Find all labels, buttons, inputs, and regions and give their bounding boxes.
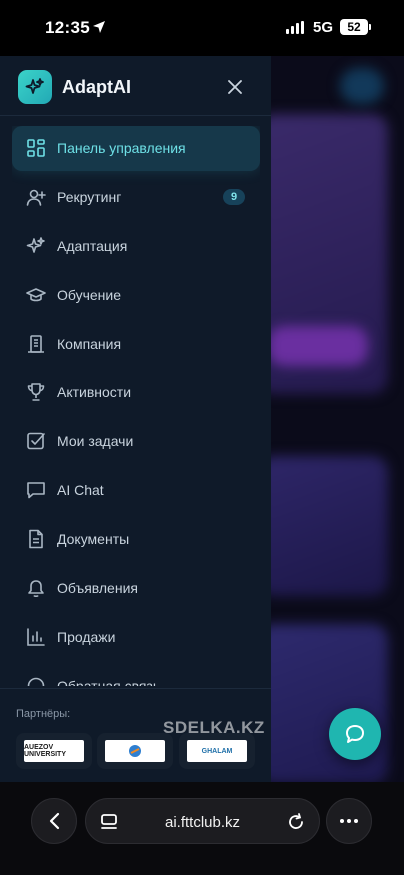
watermark: SDELKA.KZ [163, 718, 265, 737]
sidebar-item-label: Мои задачи [57, 433, 134, 450]
chevron-left-icon [49, 812, 60, 830]
sidebar-item-label: AI Chat [57, 482, 104, 499]
sidebar-item-label: Адаптация [57, 237, 128, 254]
trophy-icon [26, 382, 46, 402]
partner-logo-2[interactable] [97, 733, 173, 769]
partners-title: Партнёры: [16, 708, 71, 720]
browser-toolbar: ai.fttclub.kz [0, 782, 404, 875]
sparkles-icon [26, 236, 46, 256]
user-plus-icon [26, 187, 46, 207]
chat-bubble-icon [346, 725, 364, 743]
sidebar-item-label: Обучение [57, 286, 122, 303]
sidebar-item-adaptation[interactable]: Адаптация [12, 224, 260, 269]
sidebar-item-company[interactable]: Компания [12, 322, 260, 367]
app-logo [18, 70, 52, 104]
sidebar-item-feedback[interactable]: Обратная связь [12, 664, 260, 686]
graduation-cap-icon [26, 285, 46, 305]
signal-strength-icon [286, 21, 304, 34]
sidebar-item-activities[interactable]: Активности [12, 370, 260, 415]
app-brand-name: AdaptAI [62, 77, 131, 97]
sparkle-logo-icon [25, 78, 44, 94]
location-arrow-icon [92, 20, 106, 34]
status-time: 12:35 [45, 18, 90, 37]
checkbox-icon [26, 431, 46, 451]
dashboard-icon [26, 138, 46, 158]
bell-icon [26, 578, 46, 598]
sidebar-item-dashboard[interactable]: Панель управления [12, 126, 260, 171]
reload-icon[interactable] [286, 812, 306, 832]
sidebar-item-label: Рекрутинг [57, 188, 122, 205]
document-icon [26, 529, 46, 549]
sidebar-item-label: Панель управления [57, 140, 186, 156]
drawer-header: AdaptAI [0, 56, 271, 116]
battery-indicator: 52 [340, 19, 371, 35]
sidebar-item-label: Обратная связь [57, 677, 161, 686]
sidebar-item-label: Объявления [57, 580, 138, 597]
address-bar[interactable]: ai.fttclub.kz [85, 798, 320, 844]
sidebar-item-recruiting[interactable]: Рекрутинг 9 [12, 175, 260, 220]
bar-chart-icon [26, 627, 46, 647]
ellipsis-icon [340, 819, 358, 823]
sidebar-item-announcements[interactable]: Объявления [12, 566, 260, 611]
sidebar-item-label: Продажи [57, 628, 116, 645]
sidebar-item-label: Компания [57, 335, 122, 352]
sidebar-item-label: Документы [57, 531, 130, 548]
sidebar-item-learning[interactable]: Обучение [12, 273, 260, 318]
recruiting-count-badge: 9 [223, 188, 245, 205]
feedback-icon [26, 676, 46, 686]
navigation-drawer: AdaptAI Панель управления Рекрутинг 9 Ад… [0, 56, 271, 782]
sidebar-item-sales[interactable]: Продажи [12, 615, 260, 660]
sidebar-item-documents[interactable]: Документы [12, 517, 260, 562]
close-icon [228, 80, 242, 94]
status-bar: 12:35 5G 52 [0, 0, 404, 56]
browser-back-button[interactable] [31, 798, 77, 844]
close-drawer-button[interactable] [224, 76, 246, 98]
browser-more-button[interactable] [326, 798, 372, 844]
partner-logo-text: GHALAM [201, 747, 233, 755]
partner-logo-ghalam[interactable]: GHALAM [179, 733, 255, 769]
sidebar-item-ai-chat[interactable]: AI Chat [12, 468, 260, 513]
building-icon [26, 334, 46, 354]
url-text: ai.fttclub.kz [164, 814, 241, 831]
sidebar-nav: Панель управления Рекрутинг 9 Адаптация … [12, 126, 260, 686]
partner-emblem-icon [129, 745, 141, 757]
partner-logo-text: AUEZOV UNIVERSITY [24, 744, 67, 758]
sidebar-item-my-tasks[interactable]: Мои задачи [12, 419, 260, 464]
chat-fab-button[interactable] [329, 708, 381, 760]
network-type: 5G [313, 19, 334, 36]
partner-logo-auezov[interactable]: AUEZOV UNIVERSITY [16, 733, 92, 769]
sidebar-item-label: Активности [57, 384, 132, 401]
chat-bubble-icon [26, 480, 46, 500]
